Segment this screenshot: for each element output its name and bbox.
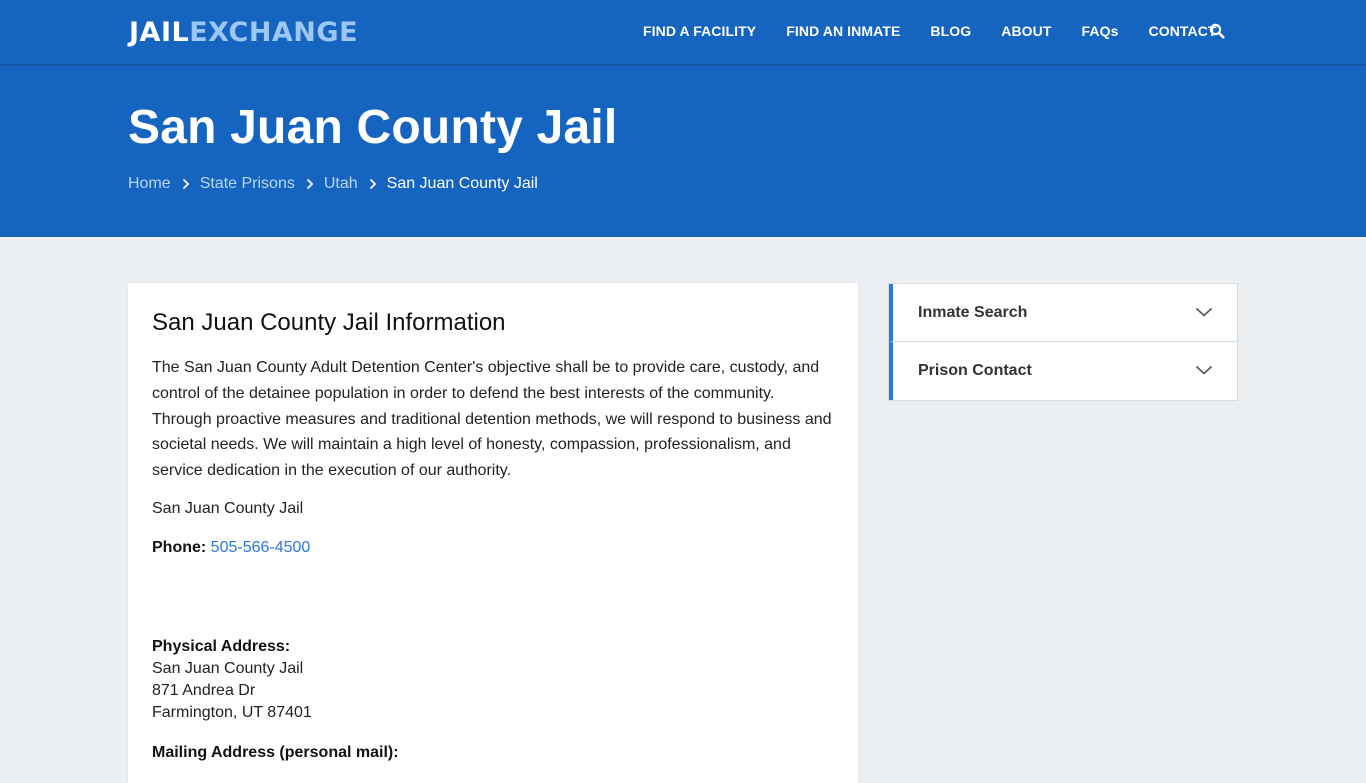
physical-address-label: Physical Address: bbox=[152, 638, 291, 655]
chevron-right-icon bbox=[182, 178, 189, 190]
breadcrumb-utah[interactable]: Utah bbox=[324, 174, 358, 194]
breadcrumb-home[interactable]: Home bbox=[128, 174, 171, 194]
nav-about[interactable]: ABOUT bbox=[1001, 22, 1051, 40]
address-line: Farmington, UT 87401 bbox=[152, 704, 312, 721]
facility-info-card: San Juan County Jail Information The San… bbox=[128, 283, 858, 783]
chevron-right-icon bbox=[369, 178, 376, 190]
nav-contact[interactable]: CONTACT bbox=[1149, 22, 1217, 40]
top-navigation-bar: JAILEXCHANGE FIND A FACILITY FIND AN INM… bbox=[0, 0, 1366, 64]
phone-row: Phone: 505-566-4500 bbox=[152, 538, 310, 558]
nav-blog[interactable]: BLOG bbox=[930, 22, 971, 40]
chevron-down-icon bbox=[1195, 307, 1213, 317]
page-title: San Juan County Jail bbox=[128, 101, 618, 154]
main-nav: FIND A FACILITY FIND AN INMATE BLOG ABOU… bbox=[643, 22, 1247, 40]
facility-name: San Juan County Jail bbox=[152, 500, 304, 517]
mailing-address-label: Mailing Address (personal mail): bbox=[152, 744, 399, 761]
nav-find-an-inmate[interactable]: FIND AN INMATE bbox=[786, 22, 900, 40]
breadcrumb-state-prisons[interactable]: State Prisons bbox=[200, 174, 295, 194]
phone-link[interactable]: 505-566-4500 bbox=[211, 539, 311, 556]
chevron-right-icon bbox=[306, 178, 314, 190]
phone-label: Phone: bbox=[152, 539, 207, 556]
accordion-title: Prison Contact bbox=[918, 362, 1032, 379]
sidebar-accordion: Inmate Search Prison Contact bbox=[888, 283, 1238, 401]
logo-jail-text: JAIL bbox=[129, 17, 190, 48]
nav-faqs[interactable]: FAQs bbox=[1082, 22, 1119, 40]
search-icon[interactable] bbox=[1209, 23, 1225, 39]
address-line: 871 Andrea Dr bbox=[152, 682, 256, 699]
facility-description: The San Juan County Adult Detention Cent… bbox=[152, 359, 832, 480]
breadcrumb: Home State Prisons Utah San Juan County … bbox=[128, 174, 538, 194]
physical-address: Physical Address: San Juan County Jail 8… bbox=[152, 636, 312, 724]
site-logo[interactable]: JAILEXCHANGE bbox=[129, 16, 358, 50]
page-hero: San Juan County Jail Home State Prisons … bbox=[0, 64, 1366, 237]
address-line: San Juan County Jail bbox=[152, 660, 304, 677]
accordion-prison-contact[interactable]: Prison Contact bbox=[889, 342, 1237, 400]
breadcrumb-current: San Juan County Jail bbox=[386, 175, 538, 192]
accordion-title: Inmate Search bbox=[918, 304, 1028, 321]
nav-find-a-facility[interactable]: FIND A FACILITY bbox=[643, 22, 756, 40]
logo-exchange-text: EXCHANGE bbox=[189, 17, 359, 48]
chevron-down-icon bbox=[1195, 365, 1213, 375]
section-heading: San Juan County Jail Information bbox=[152, 309, 506, 336]
accordion-inmate-search[interactable]: Inmate Search bbox=[889, 284, 1237, 342]
